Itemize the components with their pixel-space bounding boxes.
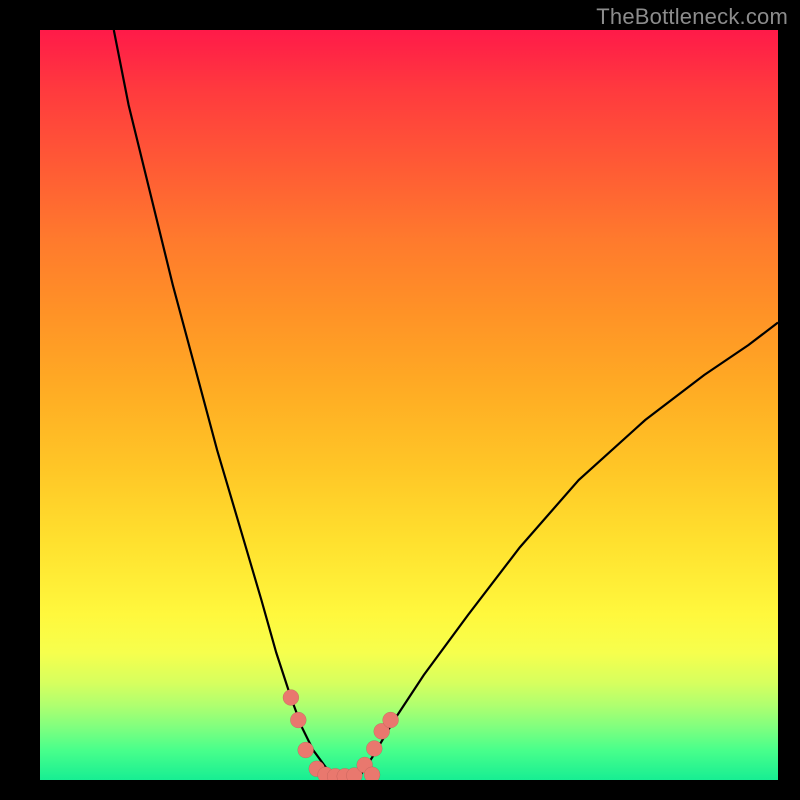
watermark-text: TheBottleneck.com — [596, 4, 788, 30]
marker-point — [364, 767, 380, 780]
marker-point — [290, 712, 306, 728]
marker-point — [283, 690, 299, 706]
marker-point — [298, 742, 314, 758]
marker-point — [366, 741, 382, 757]
curves-layer — [40, 30, 778, 780]
curve-right-curve — [357, 323, 778, 781]
marker-point — [383, 712, 399, 728]
plot-area — [40, 30, 778, 780]
chart-frame: TheBottleneck.com — [0, 0, 800, 800]
curve-left-curve — [114, 30, 335, 780]
